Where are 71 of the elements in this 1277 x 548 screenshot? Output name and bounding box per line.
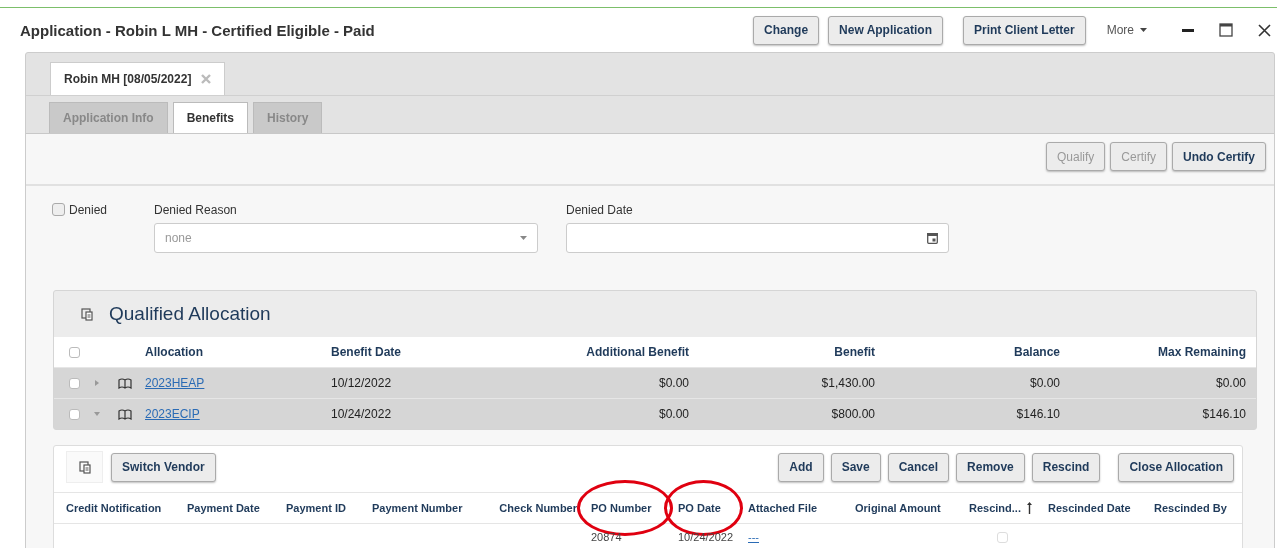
column-header[interactable]: Max Remaining <box>1060 345 1246 359</box>
table-cell-text: $0.00 <box>657 407 689 421</box>
table-cell: 10/24/2022 <box>678 531 734 543</box>
column-header[interactable]: Attached File <box>748 502 818 514</box>
close-icon[interactable] <box>1258 23 1271 37</box>
action-button[interactable]: Undo Certify <box>1172 142 1266 171</box>
table-row[interactable]: 2023ECIP 10/24/2022 $0.00 $800.00 $146.10 $146.10 <box>54 398 1256 429</box>
toolbar-button[interactable]: Add <box>778 452 824 482</box>
calendar-icon <box>927 232 938 244</box>
checkbox[interactable] <box>68 377 80 389</box>
caret-icon <box>520 236 527 240</box>
column-header[interactable]: Benefit <box>689 345 875 359</box>
column-header[interactable]: Credit Notification <box>66 502 162 514</box>
table-cell-text: $800.00 <box>830 407 875 421</box>
table-cell-text: 10/12/2022 <box>331 376 393 390</box>
toolbar-button[interactable]: Rescind <box>1031 452 1101 482</box>
column-header[interactable]: Rescinded By <box>1154 502 1227 514</box>
window-title: Application - Robin L MH - Certified Eligible - Paid <box>20 21 375 39</box>
toolbar-button[interactable]: Close Allocation <box>1118 452 1234 482</box>
column-header[interactable]: Check Number <box>499 502 577 514</box>
toolbar-button[interactable]: Cancel <box>887 452 950 482</box>
table-cell-text: $146.10 <box>1201 407 1246 421</box>
date-field[interactable] <box>566 223 949 253</box>
checkbox[interactable] <box>68 346 80 358</box>
toolbar-button[interactable]: Print Client Letter <box>962 15 1086 45</box>
column-header[interactable]: Payment Number <box>372 502 463 514</box>
column-header[interactable]: Additional Benefit <box>537 345 689 359</box>
collapse-arrow-icon[interactable] <box>94 411 100 417</box>
checkbox-label: Denied <box>69 203 108 217</box>
table-cell-text: $0.00 <box>657 376 689 390</box>
document-icon <box>78 460 91 474</box>
allocation-link[interactable]: 2023HEAP <box>145 376 205 390</box>
toolbar-button[interactable]: Remove <box>956 452 1025 482</box>
toolbar-button[interactable]: Change <box>753 15 820 45</box>
tab[interactable]: Benefits <box>172 102 248 133</box>
column-header[interactable]: Balance <box>875 345 1060 359</box>
book-icon <box>118 408 132 420</box>
field-label: Denied Date <box>566 203 634 217</box>
checkbox[interactable] <box>68 408 80 420</box>
toolbar-button[interactable]: Save <box>830 452 881 482</box>
table-cell-text: $1,430.00 <box>820 376 875 390</box>
maximize-icon[interactable] <box>1219 23 1233 37</box>
allocation-link[interactable]: 2023ECIP <box>145 407 200 421</box>
table-cell-text: $0.00 <box>1214 376 1246 390</box>
expand-arrow-icon[interactable] <box>94 380 100 386</box>
column-header[interactable]: Payment Date <box>187 502 260 514</box>
caret-icon <box>1140 28 1147 32</box>
column-header[interactable]: Rescind... <box>969 502 1021 514</box>
client-tab[interactable]: Robin MH [08/05/2022] <box>50 62 226 95</box>
column-header[interactable]: Payment ID <box>286 502 346 514</box>
table-cell: 20874 <box>591 531 622 543</box>
toolbar-button[interactable]: New Application <box>828 15 943 45</box>
column-header[interactable]: Original Amount <box>855 502 941 514</box>
switch-vendor-button[interactable]: Switch Vendor <box>111 452 216 482</box>
copy-button[interactable] <box>66 451 103 483</box>
checkbox[interactable] <box>52 203 65 216</box>
document-icon <box>81 307 93 321</box>
field-label: Denied Reason <box>154 203 238 217</box>
book-icon <box>118 377 132 389</box>
column-header[interactable]: PO Date <box>678 502 721 514</box>
column-header[interactable]: Benefit Date <box>331 345 537 359</box>
table-cell-text: $146.10 <box>1015 407 1060 421</box>
column-header[interactable]: PO Number <box>591 502 652 514</box>
column-header[interactable]: Allocation <box>145 345 331 359</box>
more-menu[interactable]: More <box>1094 23 1157 37</box>
table-cell-text: 10/24/2022 <box>331 407 393 421</box>
table-cell-text: $0.00 <box>1028 376 1060 390</box>
panel-title: Qualified Allocation <box>109 303 271 325</box>
column-header[interactable]: Rescinded Date <box>1048 502 1131 514</box>
file-link[interactable]: --- <box>748 531 759 543</box>
table-row[interactable]: 2023HEAP 10/12/2022 $0.00 $1,430.00 $0.00 $0.00 <box>54 367 1256 398</box>
